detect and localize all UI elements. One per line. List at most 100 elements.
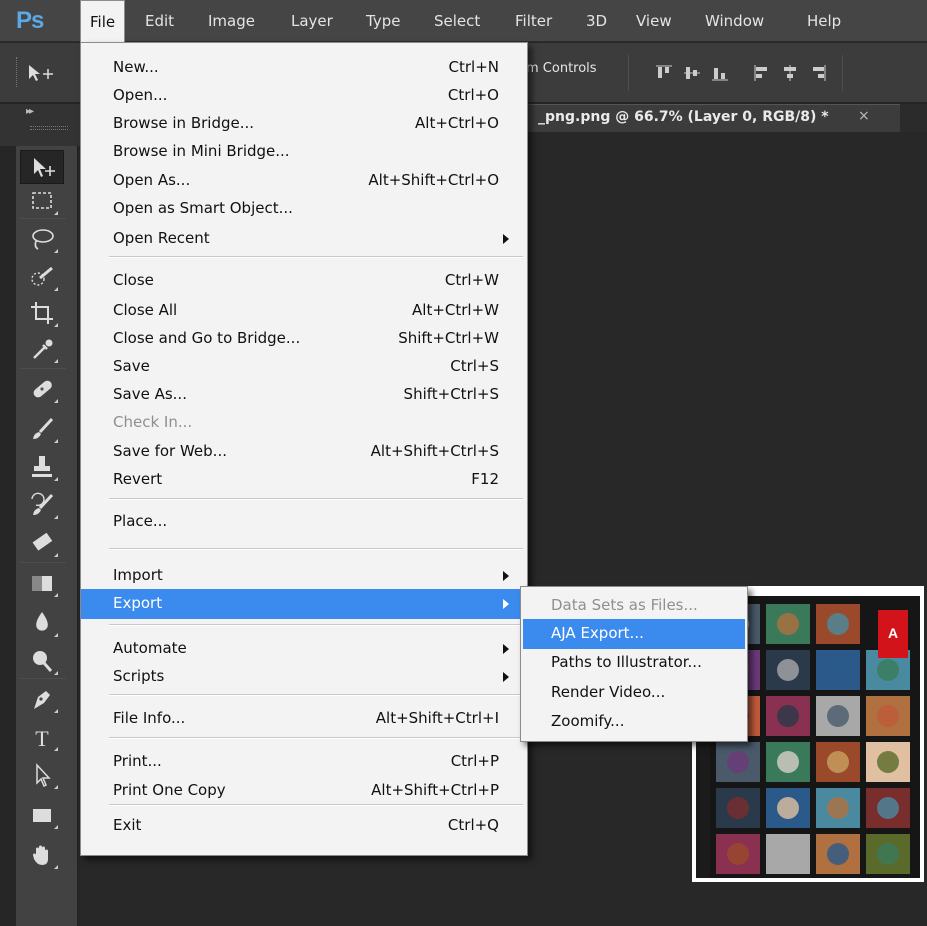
flyout-indicator-icon bbox=[54, 477, 58, 481]
file-menu-item-close[interactable]: Close Ctrl+W bbox=[81, 266, 527, 296]
gradient-tool-button[interactable] bbox=[20, 566, 64, 600]
menu-select[interactable]: Select bbox=[425, 0, 489, 42]
clone-stamp-tool-button[interactable] bbox=[20, 450, 64, 484]
flyout-indicator-icon bbox=[54, 593, 58, 597]
photoshop-logo: Ps bbox=[16, 7, 44, 34]
crop-tool-button[interactable] bbox=[20, 296, 64, 330]
menu-help[interactable]: Help bbox=[798, 0, 850, 42]
dodge-tool-button[interactable] bbox=[20, 644, 64, 678]
options-bar-grip[interactable] bbox=[16, 57, 19, 87]
file-menu-item-browse-in-mini-bridge[interactable]: Browse in Mini Bridge... bbox=[81, 137, 527, 167]
blur-tool-button[interactable] bbox=[20, 606, 64, 640]
menu-item-label: Close and Go to Bridge... bbox=[113, 329, 301, 347]
align-bottom-edges-icon[interactable] bbox=[710, 63, 730, 83]
file-menu-item-save[interactable]: Save Ctrl+S bbox=[81, 352, 527, 382]
file-menu-item-file-info[interactable]: File Info... Alt+Shift+Ctrl+I bbox=[81, 704, 527, 734]
file-menu-item-scripts[interactable]: Scripts bbox=[81, 662, 527, 692]
submenu-item-label: Render Video... bbox=[551, 683, 666, 701]
path-selection-tool-button[interactable] bbox=[20, 758, 64, 792]
menu-filter[interactable]: Filter bbox=[506, 0, 561, 42]
collapse-double-arrow-icon[interactable]: ▸▸ bbox=[26, 106, 34, 117]
type-tool-button[interactable]: T bbox=[20, 720, 64, 754]
submenu-arrow-icon bbox=[503, 571, 509, 581]
align-right-edges-icon[interactable] bbox=[808, 63, 828, 83]
toolbox-grip[interactable] bbox=[30, 126, 68, 130]
align-vertical-centers-icon[interactable] bbox=[682, 63, 702, 83]
export-submenu-item-zoomify[interactable]: Zoomify... bbox=[523, 707, 745, 737]
spot-healing-tool-button[interactable] bbox=[20, 372, 64, 406]
box-art-face bbox=[827, 843, 849, 865]
file-menu-item-print[interactable]: Print... Ctrl+P bbox=[81, 747, 527, 777]
menu-item-label: Scripts bbox=[113, 667, 165, 685]
eyedropper-tool-icon bbox=[33, 339, 53, 359]
eyedropper-tool-button[interactable] bbox=[20, 332, 64, 366]
close-icon[interactable]: × bbox=[858, 108, 870, 124]
file-menu-item-open-as[interactable]: Open As... Alt+Shift+Ctrl+O bbox=[81, 166, 527, 196]
file-menu-item-open[interactable]: Open... Ctrl+O bbox=[81, 81, 527, 111]
file-menu-item-open-recent[interactable]: Open Recent bbox=[81, 224, 527, 254]
file-menu-item-new[interactable]: New... Ctrl+N bbox=[81, 53, 527, 83]
file-menu-item-open-as-smart-object[interactable]: Open as Smart Object... bbox=[81, 194, 527, 224]
file-menu-item-exit[interactable]: Exit Ctrl+Q bbox=[81, 811, 527, 841]
menu-type[interactable]: Type bbox=[357, 0, 409, 42]
toolbox-separator bbox=[20, 218, 66, 219]
box-art-face bbox=[777, 659, 799, 681]
menu-edit[interactable]: Edit bbox=[136, 0, 183, 42]
gradient-tool-icon bbox=[32, 576, 52, 591]
rectangle-tool-button[interactable] bbox=[20, 798, 64, 832]
flyout-indicator-icon bbox=[54, 399, 58, 403]
file-menu-item-import[interactable]: Import bbox=[81, 561, 527, 591]
history-brush-tool-button[interactable] bbox=[20, 488, 64, 522]
menu-window[interactable]: Window bbox=[696, 0, 773, 42]
spot-healing-tool-icon bbox=[33, 380, 52, 398]
transform-controls-label[interactable]: m Controls bbox=[526, 61, 597, 76]
menu-image[interactable]: Image bbox=[199, 0, 264, 42]
brush-tool-icon bbox=[33, 417, 54, 439]
export-submenu-item-aja-export[interactable]: AJA Export... bbox=[523, 619, 745, 649]
file-menu-item-close-all[interactable]: Close All Alt+Ctrl+W bbox=[81, 296, 527, 326]
marquee-tool-button[interactable] bbox=[20, 184, 64, 218]
menu-view[interactable]: View bbox=[627, 0, 681, 42]
align-horizontal-centers-icon[interactable] bbox=[780, 63, 800, 83]
menu-3d[interactable]: 3D bbox=[577, 0, 616, 42]
file-menu-item-print-one-copy[interactable]: Print One Copy Alt+Shift+Ctrl+P bbox=[81, 776, 527, 806]
menu-item-label: Place... bbox=[113, 512, 168, 530]
lasso-tool-button[interactable] bbox=[20, 222, 64, 256]
move-tool-button[interactable] bbox=[20, 150, 64, 184]
export-submenu-item-render-video[interactable]: Render Video... bbox=[523, 678, 745, 708]
file-menu-item-browse-in-bridge[interactable]: Browse in Bridge... Alt+Ctrl+O bbox=[81, 109, 527, 139]
align-top-edges-icon[interactable] bbox=[654, 63, 674, 83]
hand-tool-button[interactable] bbox=[20, 838, 64, 872]
path-selection-tool-icon bbox=[36, 763, 51, 788]
menu-item-label: Print One Copy bbox=[113, 781, 226, 799]
pen-tool-button[interactable] bbox=[20, 682, 64, 716]
file-menu-item-close-and-go-to-bridge[interactable]: Close and Go to Bridge... Shift+Ctrl+W bbox=[81, 324, 527, 354]
file-menu-item-export[interactable]: Export bbox=[81, 589, 527, 619]
options-separator bbox=[628, 55, 629, 91]
move-tool-icon bbox=[34, 158, 55, 177]
svg-text:A: A bbox=[888, 625, 898, 641]
menu-item-label: Open Recent bbox=[113, 229, 210, 247]
menu-layer[interactable]: Layer bbox=[282, 0, 342, 42]
eraser-tool-button[interactable] bbox=[20, 526, 64, 560]
flyout-indicator-icon bbox=[54, 359, 58, 363]
file-menu-item-automate[interactable]: Automate bbox=[81, 634, 527, 664]
menu-file[interactable]: File bbox=[80, 0, 126, 44]
file-menu-item-revert[interactable]: Revert F12 bbox=[81, 465, 527, 495]
file-menu-item-save-for-web[interactable]: Save for Web... Alt+Shift+Ctrl+S bbox=[81, 437, 527, 467]
file-menu-dropdown: New... Ctrl+N Open... Ctrl+O Browse in Bridg… bbox=[80, 42, 528, 856]
export-submenu-item-paths-to-illustrator[interactable]: Paths to Illustrator... bbox=[523, 648, 745, 678]
file-menu-item-save-as[interactable]: Save As... Shift+Ctrl+S bbox=[81, 380, 527, 410]
menu-item-label: File Info... bbox=[113, 709, 186, 727]
move-tool-preset-icon[interactable] bbox=[26, 61, 56, 85]
file-menu-item-place[interactable]: Place... bbox=[81, 507, 527, 537]
menu-item-shortcut: Ctrl+N bbox=[448, 58, 499, 76]
quick-selection-tool-button[interactable] bbox=[20, 260, 64, 294]
align-left-edges-icon[interactable] bbox=[752, 63, 772, 83]
export-submenu-item-data-sets-as-files: Data Sets as Files... bbox=[523, 591, 745, 621]
brush-tool-button[interactable] bbox=[20, 412, 64, 446]
flyout-indicator-icon bbox=[54, 825, 58, 829]
menu-bar: Ps File Edit Image Layer Type Select Fil… bbox=[0, 0, 927, 44]
flyout-indicator-icon bbox=[54, 865, 58, 869]
menu-separator bbox=[109, 256, 523, 258]
